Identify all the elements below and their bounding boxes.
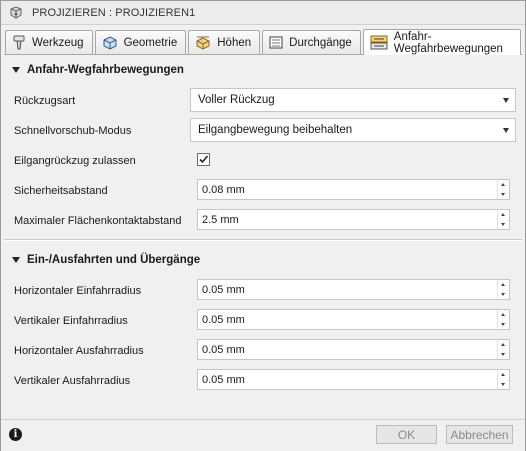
safe-distance-value: 0.08 mm [202, 183, 245, 196]
max-stay-down-label: Maximaler Flächenkontaktabstand [14, 215, 182, 227]
passes-icon [269, 36, 283, 49]
ok-button[interactable]: OK [376, 425, 437, 444]
spin-up-icon[interactable] [498, 210, 509, 219]
chevron-down-icon [503, 128, 509, 133]
v-lead-out-input[interactable]: 0.05 mm [197, 369, 510, 390]
title-bar: PROJIZIEREN : PROJIZIEREN1 [1, 1, 525, 25]
tab-bar: Werkzeug Geometrie Höhen Durchgänge Anfa… [5, 29, 523, 55]
v-lead-in-input[interactable]: 0.05 mm [197, 309, 510, 330]
spin-up-icon[interactable] [498, 340, 509, 349]
section-leads-title: Ein-/Ausfahrten und Übergänge [27, 254, 201, 266]
h-lead-in-value: 0.05 mm [202, 283, 245, 296]
h-lead-out-value: 0.05 mm [202, 343, 245, 356]
tab-passes-label: Durchgänge [289, 36, 352, 49]
rapid-mode-value: Eilgangbewegung beibehalten [198, 124, 353, 136]
spin-down-icon[interactable] [498, 320, 509, 329]
spin-up-icon[interactable] [498, 180, 509, 189]
allow-rapid-retract-label: Eilgangrückzug zulassen [14, 155, 136, 167]
dialog-footer: i OK Abbrechen [1, 419, 525, 451]
max-stay-down-input[interactable]: 2.5 mm [197, 209, 510, 230]
window-title: PROJIZIEREN : PROJIZIEREN1 [32, 6, 196, 19]
v-lead-in-label: Vertikaler Einfahrradius [14, 315, 128, 327]
rapid-mode-label: Schnellvorschub-Modus [14, 125, 132, 137]
v-lead-in-value: 0.05 mm [202, 313, 245, 326]
v-lead-in-spinner [497, 310, 509, 329]
checkmark-icon [199, 155, 209, 164]
h-lead-out-spinner [497, 340, 509, 359]
tab-heights[interactable]: Höhen [188, 30, 261, 54]
retract-type-dropdown[interactable]: Voller Rückzug [190, 88, 516, 112]
spin-up-icon[interactable] [498, 310, 509, 319]
spin-down-icon[interactable] [498, 380, 509, 389]
tab-tool[interactable]: Werkzeug [5, 30, 93, 54]
retract-type-value: Voller Rückzug [198, 94, 275, 106]
tab-passes[interactable]: Durchgänge [262, 30, 361, 54]
collapse-triangle-icon [12, 257, 20, 263]
retract-type-label: Rückzugsart [14, 95, 76, 107]
tab-linking-label: Anfahr-Wegfahrbewegungen [393, 30, 503, 55]
linking-icon [370, 35, 388, 50]
max-stay-down-spinner [497, 210, 509, 229]
rapid-mode-dropdown[interactable]: Eilgangbewegung beibehalten [190, 118, 516, 142]
section-linking-title: Anfahr-Wegfahrbewegungen [27, 64, 184, 76]
v-lead-out-spinner [497, 370, 509, 389]
tab-tool-label: Werkzeug [32, 36, 84, 49]
spin-up-icon[interactable] [498, 370, 509, 379]
tab-geometry[interactable]: Geometrie [94, 30, 187, 54]
h-lead-out-input[interactable]: 0.05 mm [197, 339, 510, 360]
linking-panel: Anfahr-Wegfahrbewegungen Rückzugsart Vol… [4, 54, 522, 416]
chevron-down-icon [503, 98, 509, 103]
safe-distance-label: Sicherheitsabstand [14, 185, 108, 197]
info-icon[interactable]: i [9, 428, 22, 441]
section-linking-header[interactable]: Anfahr-Wegfahrbewegungen [4, 59, 522, 81]
tab-heights-label: Höhen [217, 36, 252, 49]
tab-geometry-label: Geometrie [123, 36, 178, 49]
projection-icon [10, 5, 22, 19]
collapse-triangle-icon [12, 67, 20, 73]
tool-icon [13, 35, 25, 49]
geometry-icon [103, 36, 117, 50]
spin-down-icon[interactable] [498, 290, 509, 299]
h-lead-in-spinner [497, 280, 509, 299]
spin-down-icon[interactable] [498, 350, 509, 359]
h-lead-in-label: Horizontaler Einfahrradius [14, 285, 142, 297]
allow-rapid-retract-checkbox[interactable] [197, 153, 210, 166]
section-leads-header[interactable]: Ein-/Ausfahrten und Übergänge [4, 249, 522, 271]
dialog-window: PROJIZIEREN : PROJIZIEREN1 Werkzeug Geom… [0, 0, 526, 451]
spin-down-icon[interactable] [498, 190, 509, 199]
safe-distance-input[interactable]: 0.08 mm [197, 179, 510, 200]
spin-down-icon[interactable] [498, 220, 509, 229]
heights-icon [196, 36, 210, 50]
section-divider [4, 239, 522, 241]
v-lead-out-value: 0.05 mm [202, 373, 245, 386]
h-lead-in-input[interactable]: 0.05 mm [197, 279, 510, 300]
h-lead-out-label: Horizontaler Ausfahrradius [14, 345, 144, 357]
safe-distance-spinner [497, 180, 509, 199]
tab-linking[interactable]: Anfahr-Wegfahrbewegungen [362, 29, 521, 55]
max-stay-down-value: 2.5 mm [202, 213, 239, 226]
spin-up-icon[interactable] [498, 280, 509, 289]
cancel-button[interactable]: Abbrechen [446, 425, 513, 444]
v-lead-out-label: Vertikaler Ausfahrradius [14, 375, 131, 387]
